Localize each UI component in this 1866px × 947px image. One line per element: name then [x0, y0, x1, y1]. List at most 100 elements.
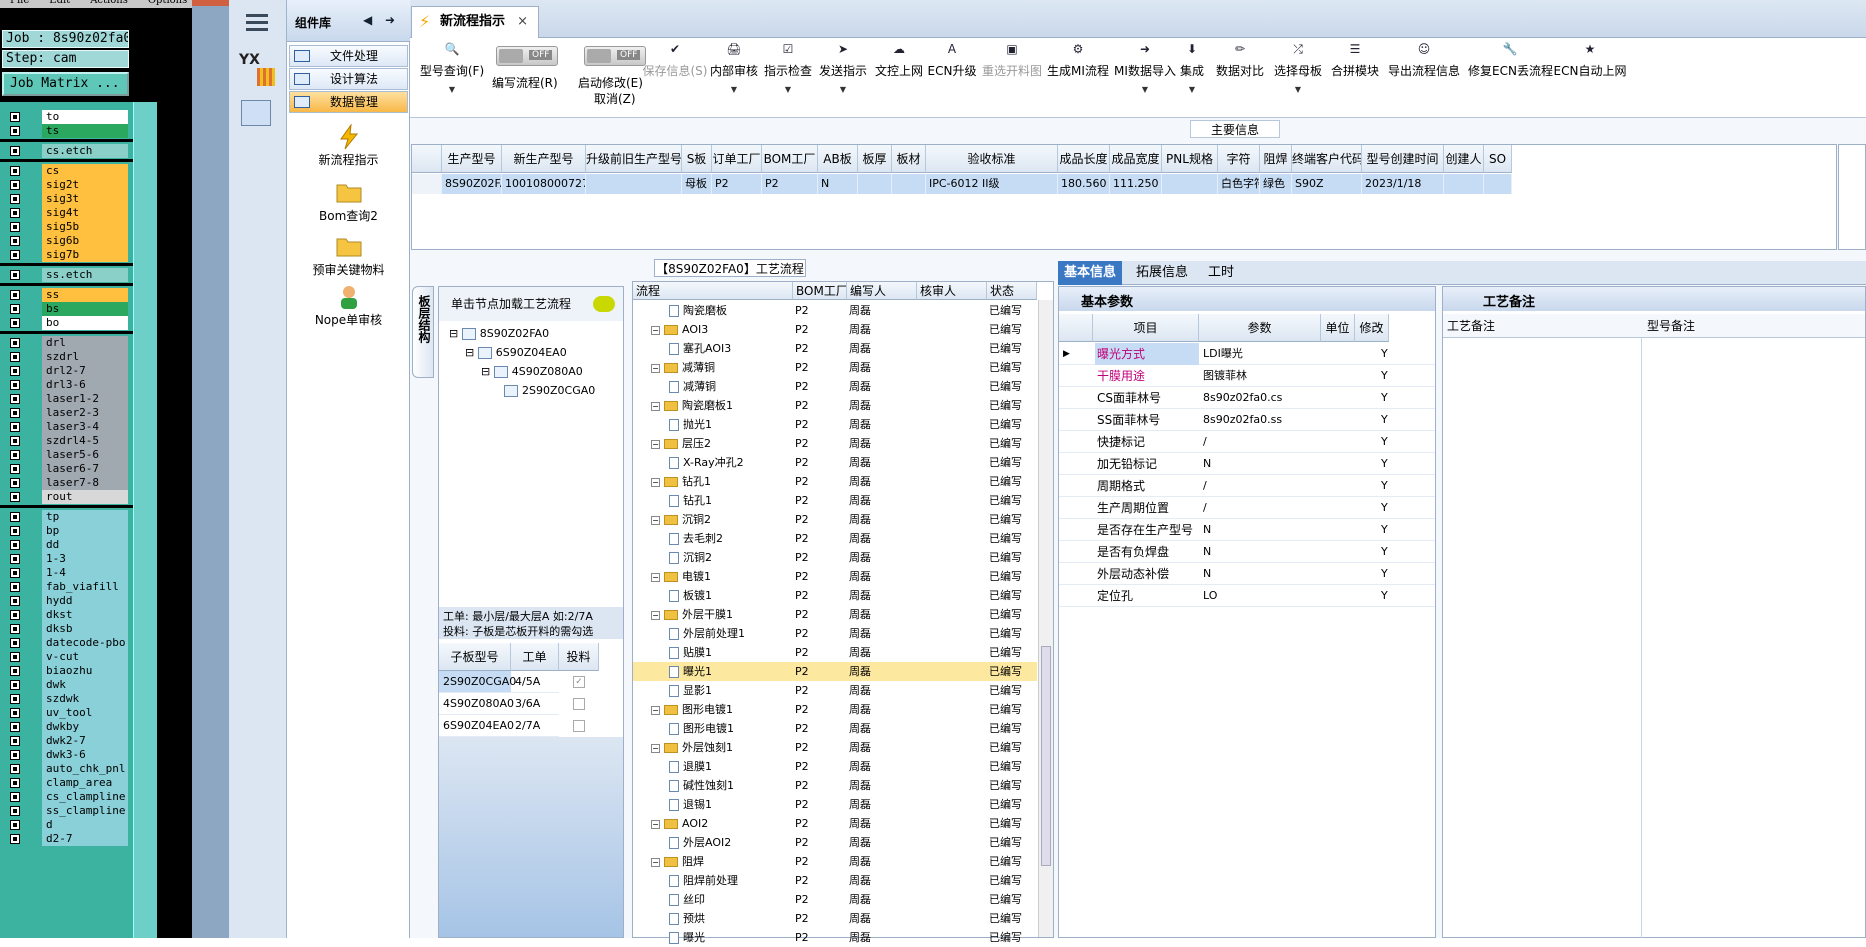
layer-name[interactable]: bs — [42, 302, 128, 316]
layer-row[interactable]: d2-7 — [4, 832, 130, 846]
layer-checkbox[interactable] — [10, 422, 20, 432]
grid-cell[interactable] — [892, 174, 926, 194]
col-header[interactable]: 终端客户代码 — [1292, 145, 1362, 173]
col-header[interactable]: 工单 — [511, 643, 559, 671]
col-header[interactable]: SO — [1484, 145, 1512, 173]
layer-checkbox[interactable] — [10, 180, 20, 190]
layer-checkbox[interactable] — [10, 194, 20, 204]
layer-row[interactable]: fab_viafill — [4, 580, 130, 594]
collapse-icon[interactable]: − — [651, 363, 660, 373]
toolbar-button[interactable]: ➤ 发送指示 ▼ — [814, 42, 872, 112]
layer-checkbox[interactable] — [10, 250, 20, 260]
col-header[interactable]: 子板型号 — [439, 643, 511, 671]
collapse-icon[interactable]: − — [651, 743, 660, 753]
layer-name[interactable]: ss_clampline — [42, 804, 128, 818]
board-structure-tab[interactable]: 板层结构 — [412, 286, 434, 378]
flow-row[interactable]: − 沉铜2 P2 周磊 已编写 — [633, 510, 1037, 529]
layer-checkbox[interactable] — [10, 450, 20, 460]
layer-checkbox[interactable] — [10, 582, 20, 592]
flow-row[interactable]: 外层AOI2 P2 周磊 已编写 — [633, 833, 1037, 852]
menu-options[interactable]: Options — [148, 0, 187, 6]
layer-checkbox[interactable] — [10, 166, 20, 176]
flow-row[interactable]: − 图形电镀1 P2 周磊 已编写 — [633, 700, 1037, 719]
layer-name[interactable]: rout — [42, 490, 128, 504]
collapse-icon[interactable]: − — [651, 401, 660, 411]
flow-row[interactable]: 显影1 P2 周磊 已编写 — [633, 681, 1037, 700]
col-header[interactable]: 成品宽度 — [1110, 145, 1162, 173]
layer-row[interactable]: laser2-3 — [4, 406, 130, 420]
toolbar-button[interactable]: ☺ 导出流程信息 — [1382, 42, 1466, 112]
param-row[interactable]: SS面菲林号 8s90z02fa0.ss Y — [1059, 409, 1435, 431]
layer-row[interactable]: dwkby — [4, 720, 130, 734]
col-header[interactable]: 流程 — [633, 282, 793, 300]
layer-row[interactable]: sig7b — [4, 248, 130, 262]
layer-name[interactable]: laser5-6 — [42, 448, 128, 462]
layer-row[interactable]: bp — [4, 524, 130, 538]
layer-checkbox[interactable] — [10, 596, 20, 606]
layer-checkbox[interactable] — [10, 708, 20, 718]
flow-row[interactable]: 板镀1 P2 周磊 已编写 — [633, 586, 1037, 605]
feed-checkbox[interactable] — [573, 720, 585, 732]
flow-row[interactable]: − 外层蚀刻1 P2 周磊 已编写 — [633, 738, 1037, 757]
layer-row[interactable]: cs_clampline — [4, 790, 130, 804]
layer-name[interactable]: laser1-2 — [42, 392, 128, 406]
subboard-order[interactable]: 3/6A — [511, 693, 559, 715]
col-header[interactable]: PNL规格 — [1162, 145, 1218, 173]
flow-row[interactable]: 抛光1 P2 周磊 已编写 — [633, 415, 1037, 434]
flow-row[interactable]: 陶瓷磨板 P2 周磊 已编写 — [633, 301, 1037, 320]
grid-cell[interactable]: 180.560 — [1058, 174, 1110, 194]
col-header[interactable]: AB板 — [818, 145, 858, 173]
layer-checkbox[interactable] — [10, 338, 20, 348]
flow-row[interactable]: − 电镀1 P2 周磊 已编写 — [633, 567, 1037, 586]
grid-cell[interactable]: IPC-6012 II级 — [926, 174, 1058, 194]
layer-name[interactable]: biaozhu — [42, 664, 128, 678]
layer-name[interactable]: v-cut — [42, 650, 128, 664]
layer-name[interactable]: dwk3-6 — [42, 748, 128, 762]
layer-name[interactable]: cs_clampline — [42, 790, 128, 804]
tab-basic-info[interactable]: 基本信息 — [1058, 261, 1123, 285]
layer-row[interactable]: v-cut — [4, 650, 130, 664]
flow-row[interactable]: 预烘 P2 周磊 已编写 — [633, 909, 1037, 928]
col-header[interactable]: 板厚 — [858, 145, 892, 173]
layer-name[interactable]: hydd — [42, 594, 128, 608]
layer-checkbox[interactable] — [10, 492, 20, 502]
collapse-icon[interactable]: − — [651, 572, 660, 582]
layer-name[interactable]: dwkby — [42, 720, 128, 734]
layer-name[interactable]: bp — [42, 524, 128, 538]
flow-row[interactable]: − 钻孔1 P2 周磊 已编写 — [633, 472, 1037, 491]
toolbar-button[interactable]: ⚙ 生成MI流程 — [1044, 42, 1112, 112]
layer-name[interactable]: tp — [42, 510, 128, 524]
param-row[interactable]: 是否有负焊盘 N Y — [1059, 541, 1435, 563]
layer-row[interactable]: sig6b — [4, 234, 130, 248]
layer-row[interactable]: drl2-7 — [4, 364, 130, 378]
category-file-processing[interactable]: 文件处理 — [289, 45, 408, 67]
subboard-model[interactable]: 2S90Z0CGA0 — [439, 671, 516, 693]
menu-actions[interactable]: Actions — [90, 0, 128, 6]
layer-name[interactable]: sig2t — [42, 178, 128, 192]
chevron-down-icon[interactable]: ▼ — [1172, 85, 1212, 94]
col-header[interactable]: 生产型号 — [442, 145, 502, 173]
layer-row[interactable]: sig5b — [4, 220, 130, 234]
grid-cell[interactable]: 母板 — [682, 174, 712, 194]
layer-name[interactable]: laser7-8 — [42, 476, 128, 490]
layer-checkbox[interactable] — [10, 834, 20, 844]
close-icon[interactable]: × — [517, 7, 528, 37]
component-bom-query[interactable]: Bom查询2 — [287, 180, 410, 224]
layer-name[interactable]: cs — [42, 164, 128, 178]
param-row[interactable]: 定位孔 LO Y — [1059, 585, 1435, 607]
flow-row[interactable]: − 层压2 P2 周磊 已编写 — [633, 434, 1037, 453]
layer-checkbox[interactable] — [10, 638, 20, 648]
col-header[interactable]: 工艺备注 — [1443, 314, 1643, 338]
layer-row[interactable]: cs.etch — [4, 144, 130, 158]
tree-node[interactable]: 2S90Z0CGA0 — [497, 384, 595, 397]
layer-checkbox[interactable] — [10, 464, 20, 474]
flow-row[interactable]: 外层前处理1 P2 周磊 已编写 — [633, 624, 1037, 643]
layer-row[interactable]: laser5-6 — [4, 448, 130, 462]
layer-row[interactable]: bo — [4, 316, 130, 330]
layer-row[interactable]: cs — [4, 164, 130, 178]
tab-new-flow[interactable]: ⚡ 新流程指示 × — [411, 6, 539, 38]
layer-checkbox[interactable] — [10, 764, 20, 774]
layer-checkbox[interactable] — [10, 722, 20, 732]
layer-checkbox[interactable] — [10, 736, 20, 746]
layer-name[interactable]: d2-7 — [42, 832, 128, 846]
